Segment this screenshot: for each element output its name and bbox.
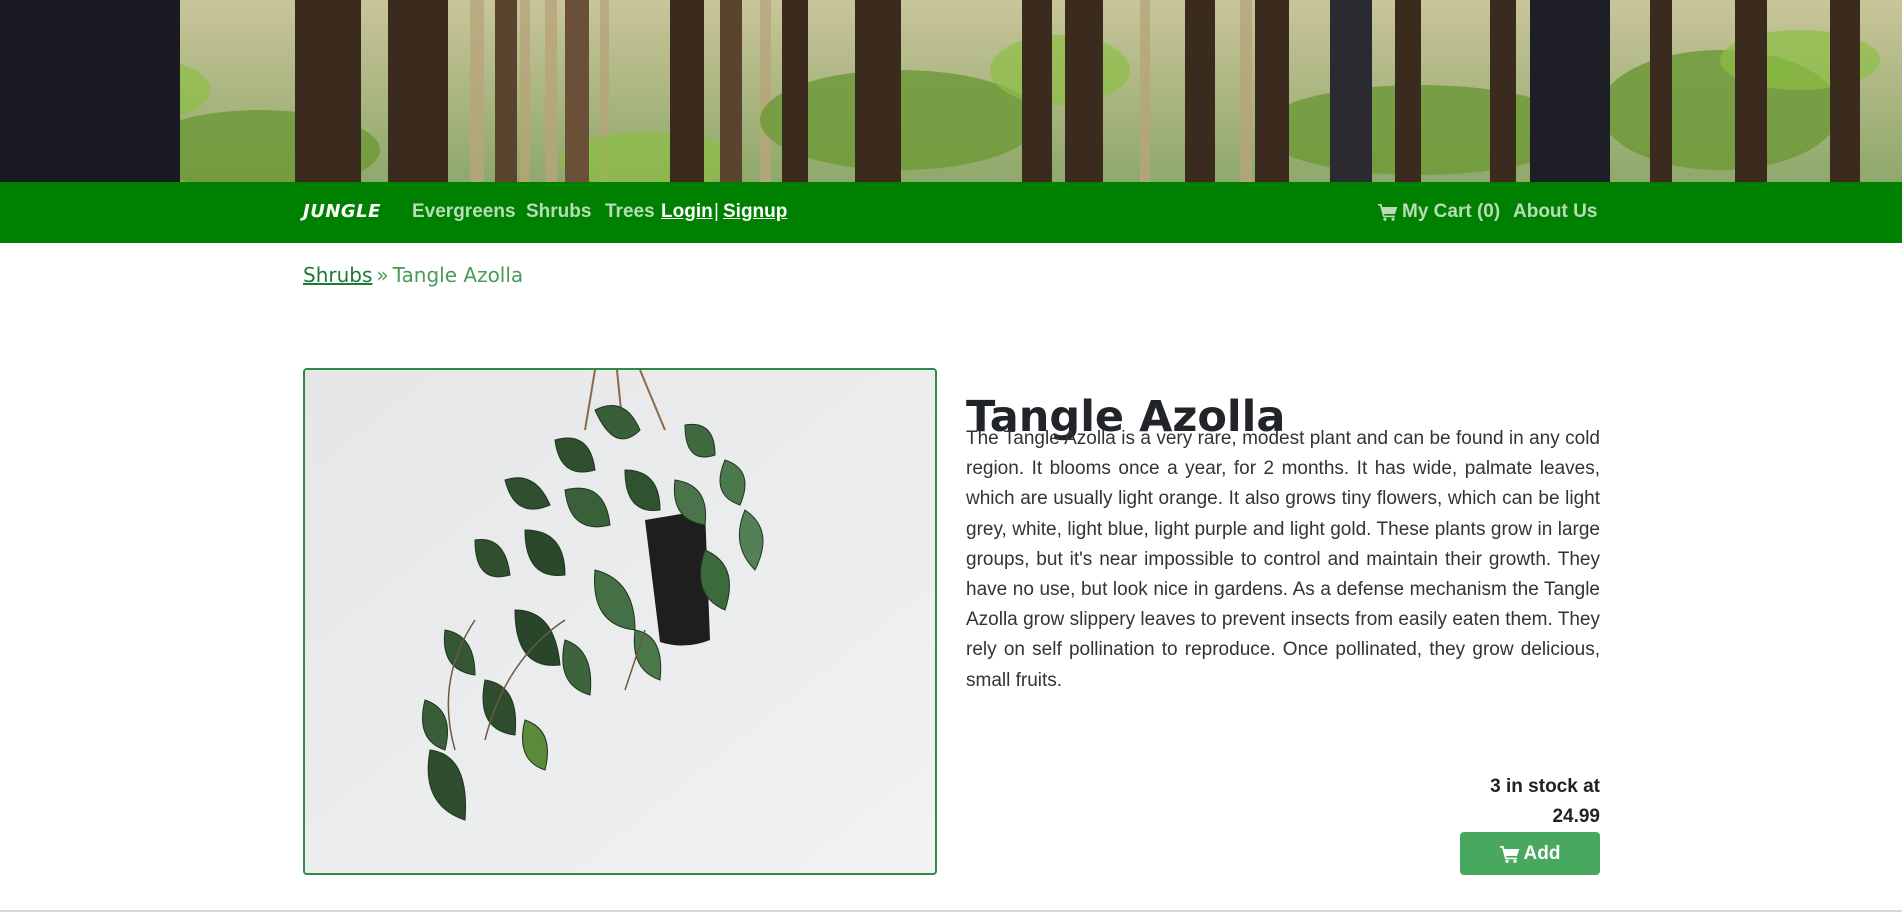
brand-logo[interactable]: JUNGLE bbox=[303, 201, 381, 222]
cart-label: My Cart (0) bbox=[1402, 201, 1501, 222]
breadcrumb: Shrubs» Tangle Azolla bbox=[303, 263, 523, 287]
plant-image bbox=[305, 370, 935, 873]
cart-icon bbox=[1378, 204, 1398, 221]
add-button-label: Add bbox=[1523, 842, 1561, 864]
login-link[interactable]: Login bbox=[661, 201, 713, 223]
product-description: The Tangle Azolla is a very rare, modest… bbox=[966, 428, 1600, 691]
stock-text: 3 in stock at bbox=[1490, 776, 1600, 797]
breadcrumb-current: Tangle Azolla bbox=[392, 263, 524, 287]
product-image bbox=[303, 368, 937, 875]
cart-icon bbox=[1499, 845, 1519, 863]
navbar-inner: JUNGLE Evergreens Shrubs Trees Login | S… bbox=[303, 182, 1599, 243]
breadcrumb-separator: » bbox=[376, 263, 389, 287]
auth-separator: | bbox=[714, 201, 719, 222]
main-navbar: JUNGLE Evergreens Shrubs Trees Login | S… bbox=[0, 182, 1902, 243]
nav-link-trees[interactable]: Trees bbox=[605, 201, 655, 223]
stock-price-info: 3 in stock at 24.99 bbox=[1400, 772, 1600, 832]
hero-banner bbox=[0, 0, 1902, 182]
about-us-link[interactable]: About Us bbox=[1513, 201, 1597, 223]
my-cart-link[interactable]: My Cart (0) bbox=[1378, 201, 1500, 223]
nav-link-shrubs[interactable]: Shrubs bbox=[526, 201, 591, 223]
add-to-cart-button[interactable]: Add bbox=[1460, 832, 1600, 875]
signup-link[interactable]: Signup bbox=[723, 201, 787, 223]
nav-link-evergreens[interactable]: Evergreens bbox=[412, 201, 516, 223]
breadcrumb-parent-link[interactable]: Shrubs bbox=[303, 263, 372, 287]
forest-image bbox=[0, 0, 1902, 182]
product-price: 24.99 bbox=[1552, 806, 1600, 827]
